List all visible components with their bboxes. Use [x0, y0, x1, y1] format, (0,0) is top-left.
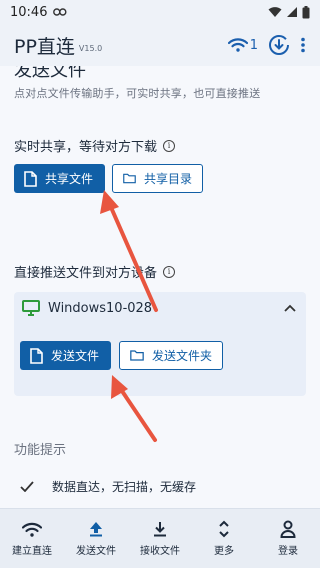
send-folder-label: 发送文件夹	[151, 349, 212, 363]
cell-signal-icon	[287, 7, 297, 17]
push-section-label: 直接推送文件到对方设备 i	[14, 262, 176, 281]
nav-label: 登录	[278, 546, 298, 557]
send-file-label: 发送文件	[51, 349, 100, 363]
nav-item-receive[interactable]: 接收文件	[128, 509, 192, 568]
nav-item-send[interactable]: 发送文件	[64, 509, 128, 568]
download-progress-icon[interactable]	[268, 34, 290, 56]
signal-wifi-icon	[268, 7, 282, 17]
share-directory-button[interactable]: 共享目录	[112, 164, 203, 193]
user-icon	[280, 520, 296, 538]
info-icon[interactable]: i	[163, 139, 176, 152]
app-version: V15.0	[78, 43, 103, 53]
nav-item-connect[interactable]: 建立直连	[0, 509, 64, 568]
folder-icon	[130, 350, 144, 361]
folder-icon	[123, 173, 136, 184]
share-section-text: 实时共享，等待对方下载	[14, 140, 158, 155]
download-icon	[154, 522, 166, 537]
nav-item-more[interactable]: 更多	[192, 509, 256, 568]
link-icon	[53, 8, 67, 16]
device-header[interactable]: Windows10-028	[22, 300, 152, 316]
connected-count: 1	[249, 37, 258, 53]
nav-label: 发送文件	[76, 546, 116, 557]
share-file-button[interactable]: 共享文件	[14, 164, 105, 193]
nav-label: 建立直连	[12, 546, 52, 557]
more-vert-icon[interactable]	[300, 37, 306, 53]
page-title: 发送文件	[14, 66, 86, 81]
battery-icon	[302, 5, 310, 18]
wifi-icon	[227, 38, 248, 52]
page-subtitle: 点对点文件传输助手，可实时共享，也可直接推送	[14, 87, 261, 100]
send-folder-button[interactable]: 发送文件夹	[119, 341, 223, 370]
push-section-text: 直接推送文件到对方设备	[14, 266, 158, 281]
status-bar: 10:46	[0, 0, 320, 24]
check-icon	[20, 481, 34, 492]
send-file-button[interactable]: 发送文件	[20, 341, 111, 370]
share-file-label: 共享文件	[45, 172, 94, 186]
nav-label: 更多	[214, 546, 234, 557]
bottom-nav: 建立直连 发送文件 接收文件 更多 登录	[0, 508, 320, 568]
file-icon	[30, 347, 43, 364]
upload-icon	[90, 522, 102, 537]
hint-text: 数据直达，无扫描，无缓存	[52, 480, 197, 494]
nav-label: 接收文件	[140, 546, 180, 557]
app-title: PP直连	[14, 35, 75, 58]
wifi-icon	[22, 522, 42, 537]
info-icon[interactable]: i	[163, 265, 176, 278]
file-icon	[24, 170, 37, 187]
app-bar: PP直连 V15.0 1	[0, 24, 320, 66]
monitor-icon	[22, 300, 40, 316]
hints-label: 功能提示	[14, 443, 67, 458]
main-content[interactable]: 发送文件 点对点文件传输助手，可实时共享，也可直接推送 实时共享，等待对方下载 …	[0, 66, 320, 508]
hint-item: 数据直达，无扫描，无缓存	[20, 478, 196, 495]
share-section-label: 实时共享，等待对方下载 i	[14, 136, 176, 155]
chevron-up-icon[interactable]	[284, 304, 296, 312]
share-directory-label: 共享目录	[143, 172, 192, 186]
nav-item-login[interactable]: 登录	[256, 509, 320, 568]
status-time: 10:46	[10, 4, 48, 20]
device-name: Windows10-028	[48, 300, 153, 316]
connection-status-button[interactable]: 1	[227, 37, 258, 53]
more-icon	[219, 520, 229, 538]
